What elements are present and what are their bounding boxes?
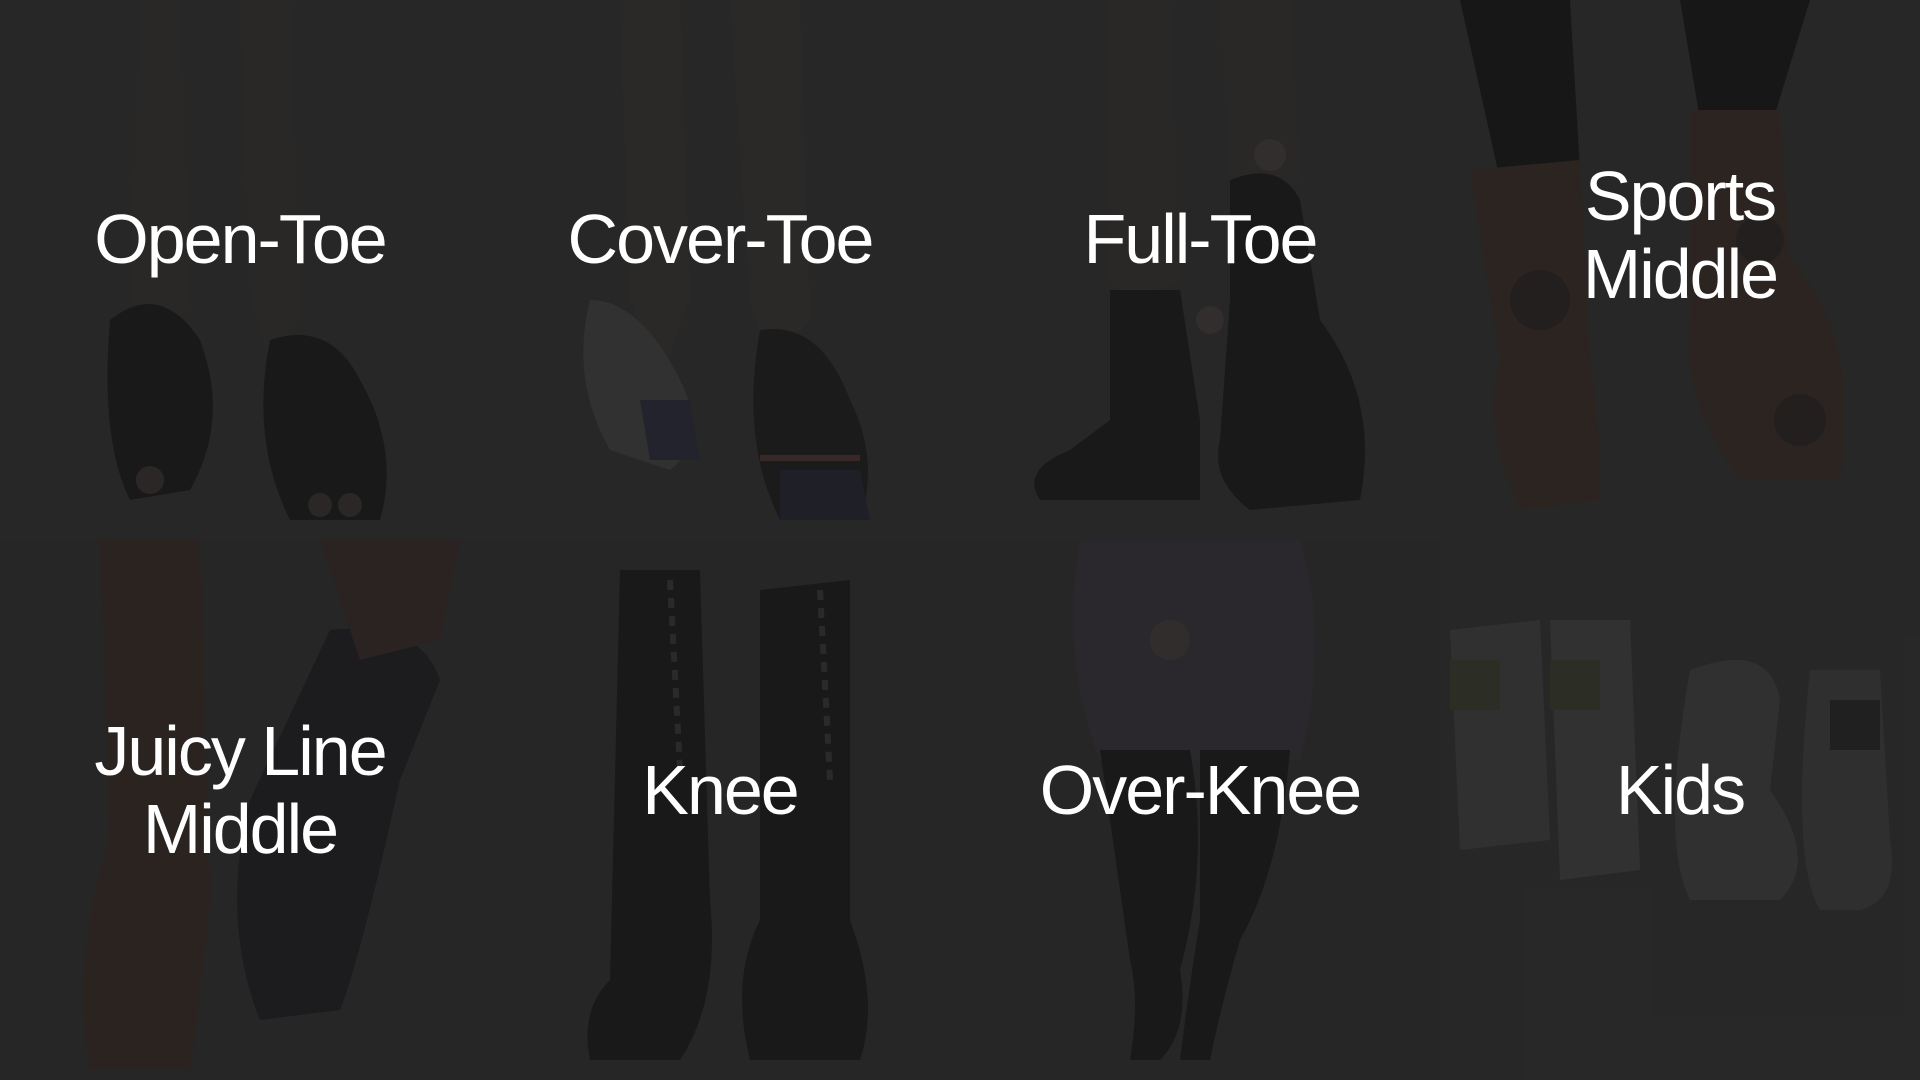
category-tile-cover-toe[interactable]: Cover-Toe — [480, 0, 960, 540]
category-label: Kids — [1615, 751, 1746, 829]
category-grid: Open-Toe Cover-Toe Full-Toe Sports Middl… — [0, 0, 1920, 1080]
category-label: Juicy Line Middle — [94, 712, 387, 868]
category-tile-over-knee[interactable]: Over-Knee — [960, 540, 1440, 1080]
category-label: Open-Toe — [94, 200, 387, 278]
category-tile-knee[interactable]: Knee — [480, 540, 960, 1080]
category-tile-open-toe[interactable]: Open-Toe — [0, 0, 480, 540]
category-tile-juicy-line-middle[interactable]: Juicy Line Middle — [0, 540, 480, 1080]
category-label: Knee — [642, 751, 799, 829]
category-label: Sports Middle — [1582, 157, 1779, 313]
category-label: Full-Toe — [1083, 200, 1319, 278]
category-label: Cover-Toe — [567, 200, 875, 278]
category-tile-full-toe[interactable]: Full-Toe — [960, 0, 1440, 540]
category-tile-kids[interactable]: Kids — [1440, 540, 1920, 1080]
category-tile-sports-middle[interactable]: Sports Middle — [1440, 0, 1920, 540]
category-label: Over-Knee — [1039, 751, 1362, 829]
